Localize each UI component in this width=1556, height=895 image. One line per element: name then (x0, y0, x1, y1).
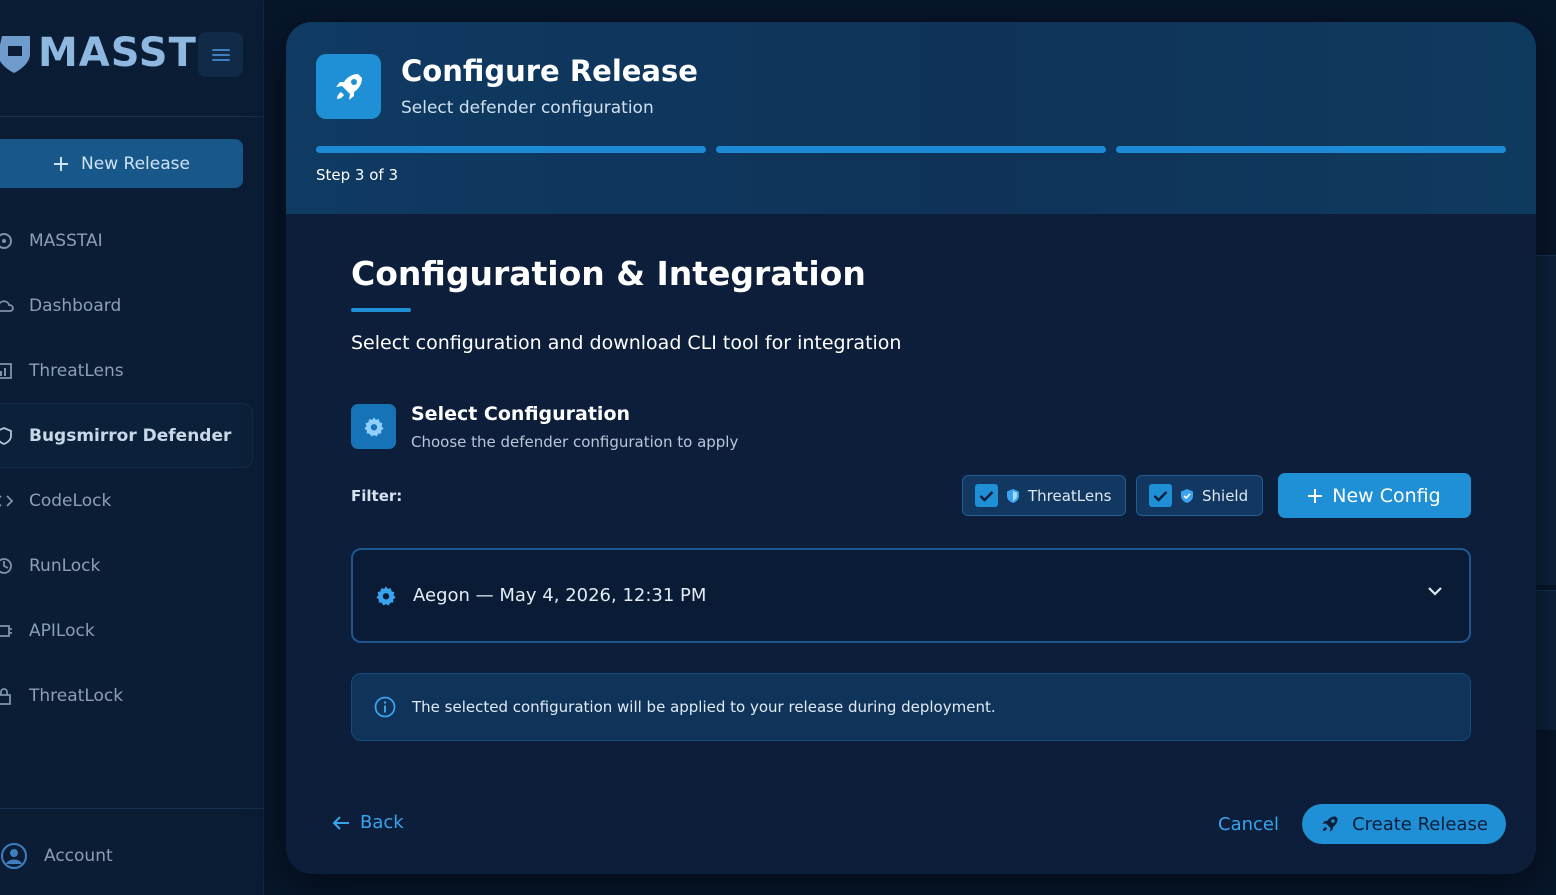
sidebar-item-threatlens[interactable]: ThreatLens (0, 338, 264, 403)
rocket-icon (335, 73, 362, 100)
new-config-label: New Config (1332, 484, 1441, 507)
shield-check-icon (1181, 488, 1193, 503)
account-button[interactable]: Account (0, 836, 113, 876)
back-label: Back (360, 812, 404, 833)
sidebar-item-label: ThreatLock (29, 685, 124, 706)
new-release-button[interactable]: New Release (0, 139, 243, 188)
sidebar-divider (0, 808, 264, 809)
checkbox-checked[interactable] (1149, 484, 1172, 507)
back-button[interactable]: Back (332, 812, 404, 833)
info-banner: The selected configuration will be appli… (351, 673, 1471, 741)
step-progress-segment-3 (1116, 146, 1506, 153)
brand-logo[interactable]: MASST (0, 22, 197, 84)
modal-title: Configure Release (401, 54, 698, 88)
step-progress-segment-1 (316, 146, 706, 153)
sidebar-item-bugsmirror-defender[interactable]: Bugsmirror Defender (0, 403, 253, 468)
sidebar-nav: MASSTAI Dashboard ThreatLens Bugsmirror … (0, 208, 264, 728)
filter-label: Filter: (351, 487, 403, 505)
header-rocket-badge (316, 54, 381, 119)
gear-icon (376, 585, 396, 605)
sidebar-item-label: CodeLock (29, 490, 112, 511)
robot-icon (0, 232, 12, 249)
arrow-left-icon (332, 815, 349, 830)
section-title: Configuration & Integration (351, 254, 866, 293)
configure-release-modal: Configure Release Select defender config… (286, 22, 1536, 874)
sidebar-item-label: ThreatLens (29, 360, 124, 381)
cloud-icon (0, 299, 14, 312)
sidebar-item-label: MASSTAI (29, 230, 103, 251)
sidebar-item-dashboard[interactable]: Dashboard (0, 273, 264, 338)
step-progress (316, 146, 1506, 153)
sidebar-divider (0, 116, 264, 117)
info-icon (374, 696, 396, 718)
hamburger-icon (211, 48, 230, 61)
plus-icon (54, 156, 69, 171)
chevron-down-icon[interactable] (1427, 586, 1443, 596)
sidebar-item-label: APILock (29, 620, 95, 641)
configuration-select[interactable]: Aegon — May 4, 2026, 12:31 PM (351, 548, 1471, 643)
sidebar-item-masstai[interactable]: MASSTAI (0, 208, 264, 273)
title-underline (351, 308, 411, 312)
sidebar-item-codelock[interactable]: CodeLock (0, 468, 264, 533)
info-text: The selected configuration will be appli… (412, 698, 996, 716)
create-release-button[interactable]: Create Release (1302, 804, 1506, 844)
filter-chip-shield[interactable]: Shield (1136, 475, 1263, 516)
account-label: Account (44, 846, 113, 866)
brand-name: MASST (38, 30, 197, 76)
menu-toggle-button[interactable] (198, 32, 243, 77)
section-description: Select configuration and download CLI to… (351, 332, 902, 354)
cancel-button[interactable]: Cancel (1218, 814, 1279, 835)
config-title: Select Configuration (411, 403, 631, 425)
code-icon (0, 494, 14, 507)
check-icon (979, 490, 994, 502)
filter-chip-label: ThreatLens (1028, 486, 1112, 505)
shield-icon (1007, 488, 1019, 503)
sidebar-item-threatlock[interactable]: ThreatLock (0, 663, 264, 728)
api-icon (0, 624, 12, 637)
checkbox-checked[interactable] (975, 484, 998, 507)
selected-configuration: Aegon — May 4, 2026, 12:31 PM (413, 585, 707, 606)
new-release-label: New Release (81, 153, 190, 174)
sidebar: MASST New Release MASSTAI Dashboard Thre… (0, 0, 264, 895)
step-label: Step 3 of 3 (316, 166, 399, 184)
config-subtitle: Choose the defender configuration to app… (411, 433, 739, 451)
new-config-button[interactable]: New Config (1278, 473, 1471, 518)
chart-icon (0, 362, 12, 379)
check-icon (1153, 490, 1168, 502)
modal-subtitle: Select defender configuration (401, 98, 654, 118)
background-panel (1536, 590, 1556, 730)
sidebar-item-label: Dashboard (29, 295, 122, 316)
logo-shield-icon (0, 36, 30, 73)
step-progress-segment-2 (716, 146, 1106, 153)
filter-chip-threatlens[interactable]: ThreatLens (962, 475, 1126, 516)
rocket-icon (1322, 816, 1338, 832)
create-release-label: Create Release (1352, 813, 1488, 835)
filter-chip-label: Shield (1202, 486, 1249, 505)
lock-icon (0, 687, 11, 705)
sidebar-item-label: Bugsmirror Defender (29, 425, 232, 446)
background-panel (1536, 255, 1556, 585)
user-avatar-icon (1, 843, 27, 869)
config-settings-badge (351, 404, 396, 449)
sidebar-item-label: RunLock (29, 555, 101, 576)
gear-icon (363, 416, 384, 436)
sidebar-item-runlock[interactable]: RunLock (0, 533, 264, 598)
sidebar-item-apilock[interactable]: APILock (0, 598, 264, 663)
modal-header: Configure Release Select defender config… (286, 22, 1536, 214)
plus-icon (1308, 488, 1323, 503)
runtime-icon (0, 557, 12, 574)
shield-icon (0, 426, 12, 445)
